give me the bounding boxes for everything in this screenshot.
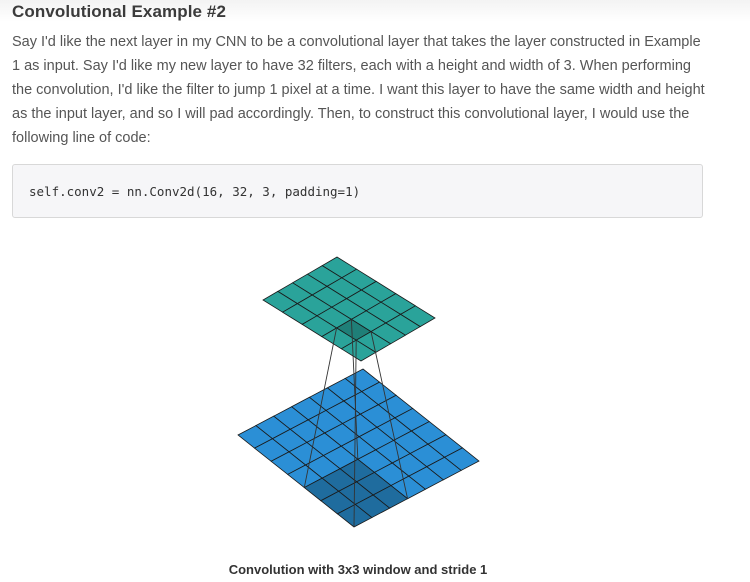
section-heading: Convolutional Example #2 (12, 2, 227, 21)
convolution-diagram (237, 256, 480, 528)
code-block: self.conv2 = nn.Conv2d(16, 32, 3, paddin… (12, 164, 703, 218)
code-line: self.conv2 = nn.Conv2d(16, 32, 3, paddin… (29, 184, 361, 199)
figure-caption: Convolution with 3x3 window and stride 1 (228, 562, 488, 577)
page: Convolutional Example #2 Say I'd like th… (0, 0, 750, 582)
body-paragraph: Say I'd like the next layer in my CNN to… (12, 34, 705, 146)
input-feature-map (237, 368, 480, 528)
output-feature-map (262, 256, 436, 362)
